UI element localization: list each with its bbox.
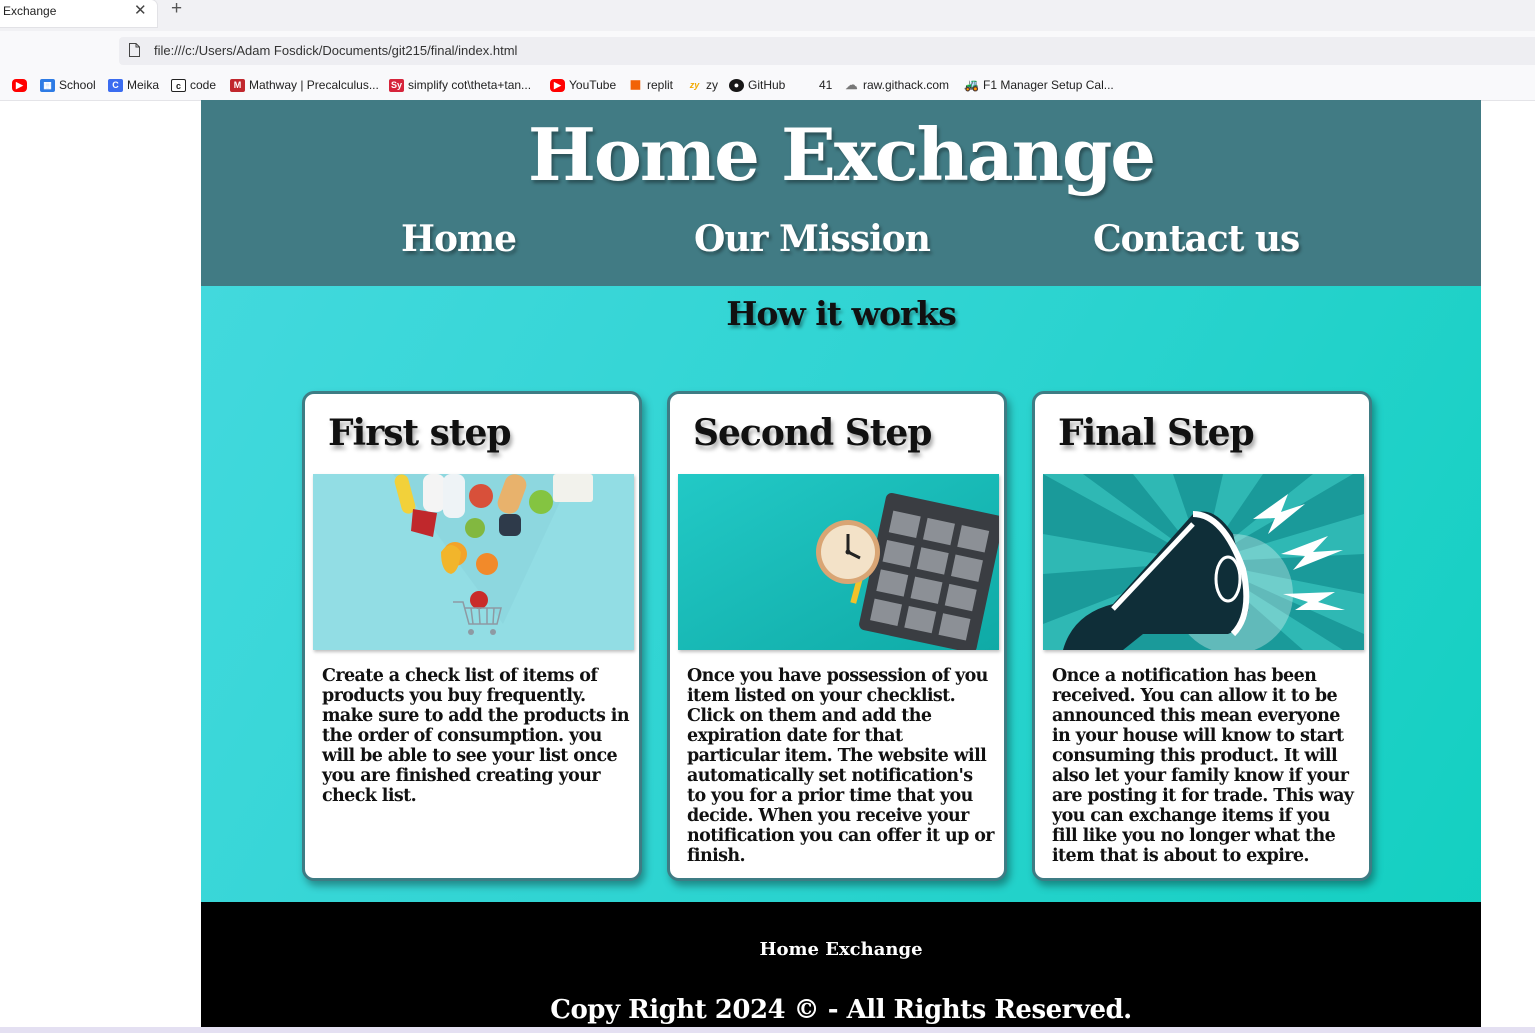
tractor-icon: 🚜	[964, 77, 979, 92]
window-bottom-strip	[0, 1027, 1535, 1033]
card-text: Once a notification has been received. Y…	[1052, 666, 1354, 866]
bookmark-school[interactable]: ▦ School	[40, 77, 96, 93]
code-icon: c	[171, 78, 186, 92]
symbolab-icon: Sy	[389, 78, 404, 92]
githack-icon: ☁	[845, 77, 858, 92]
bookmark-youtube-1[interactable]: ▶	[12, 77, 27, 93]
section-title: How it works	[726, 294, 957, 333]
copyright-text: Copy Right 2024 © - All Rights Reserved.	[550, 995, 1132, 1025]
bookmark-replit[interactable]: ⯀ replit	[628, 77, 673, 93]
youtube-icon: ▶	[12, 78, 27, 92]
bookmark-mathway[interactable]: M Mathway | Precalculus...	[230, 77, 379, 93]
bookmark-label: raw.githack.com	[863, 78, 950, 92]
card-heading: Final Step	[1058, 412, 1255, 454]
tab-title: Exchange	[3, 4, 57, 18]
clock-calendar-image	[678, 474, 999, 650]
bookmark-github[interactable]: ● GitHub	[729, 77, 785, 93]
how-it-works-section: How it works First step Create a check l…	[201, 286, 1481, 1002]
bookmark-label: GitHub	[748, 78, 786, 92]
bookmark-label: 41	[819, 78, 833, 92]
replit-icon: ⯀	[630, 77, 641, 93]
nav-contact-us[interactable]: Contact us	[1093, 218, 1300, 260]
footer-site-name: Home Exchange	[759, 939, 923, 960]
megaphone-image	[1043, 474, 1364, 650]
card-heading: Second Step	[693, 412, 932, 454]
bookmark-label: School	[59, 78, 96, 92]
bookmarks-bar: ▶ ▦ School C Meika c code M Mathway | Pr…	[0, 71, 1535, 101]
meika-c-icon: C	[108, 78, 123, 92]
zybooks-icon: zy	[689, 79, 700, 90]
bookmark-label: simplify cot\theta+tan...	[408, 78, 532, 92]
card-text: Once you have possession of you item lis…	[687, 666, 995, 866]
github-icon: ●	[729, 78, 744, 92]
close-tab-icon[interactable]: ✕	[134, 1, 147, 19]
new-tab-icon[interactable]: +	[171, 0, 182, 20]
mathway-icon: M	[230, 78, 245, 92]
bookmark-label: Meika	[127, 78, 160, 92]
bookmark-label: replit	[647, 78, 674, 92]
bookmark-41[interactable]: 41	[819, 77, 832, 93]
youtube-icon: ▶	[550, 78, 565, 92]
bookmark-zybooks[interactable]: zy zy	[687, 77, 718, 93]
bookmark-label: Mathway | Precalculus...	[249, 78, 379, 92]
bookmark-meika[interactable]: C Meika	[108, 77, 159, 93]
card-text: Create a check list of items of products…	[322, 666, 630, 806]
url-field[interactable]: file:///c:/Users/Adam Fosdick/Documents/…	[119, 37, 1535, 65]
bookmark-youtube-2[interactable]: ▶ YouTube	[550, 77, 616, 93]
bookmark-label: YouTube	[569, 78, 617, 92]
bookmark-githack[interactable]: ☁ raw.githack.com	[844, 77, 950, 93]
nav-home[interactable]: Home	[401, 218, 517, 260]
site-footer: Home Exchange Copy Right 2024 © - All Ri…	[201, 902, 1481, 1033]
web-page: Home Exchange Home Our Mission Contact u…	[201, 100, 1481, 1033]
page-icon	[129, 43, 140, 57]
step-card-first: First step Create a check list of items …	[302, 391, 642, 881]
bookmark-label: code	[190, 78, 217, 92]
step-card-final: Final Step Once a notification has been …	[1032, 391, 1372, 881]
address-bar: file:///c:/Users/Adam Fosdick/Documents/…	[0, 31, 1535, 71]
school-grid-icon: ▦	[40, 78, 55, 92]
bookmark-f1-manager[interactable]: 🚜 F1 Manager Setup Cal...	[964, 77, 1114, 93]
tab-bar: Exchange ✕ +	[0, 0, 1535, 31]
nav-our-mission[interactable]: Our Mission	[694, 218, 931, 260]
site-title: Home Exchange	[527, 112, 1156, 197]
site-header: Home Exchange Home Our Mission Contact u…	[201, 100, 1481, 286]
step-card-second: Second Step Once you have possession of …	[667, 391, 1007, 881]
bookmark-label: zy	[706, 78, 718, 92]
bookmark-label: F1 Manager Setup Cal...	[983, 78, 1114, 92]
browser-tab[interactable]: Exchange ✕	[0, 0, 157, 27]
groceries-cart-image	[313, 474, 634, 650]
card-heading: First step	[328, 412, 512, 454]
bookmark-code[interactable]: c code	[171, 77, 216, 93]
bookmark-symbolab[interactable]: Sy simplify cot\theta+tan...	[389, 77, 531, 93]
url-text: file:///c:/Users/Adam Fosdick/Documents/…	[154, 43, 518, 58]
